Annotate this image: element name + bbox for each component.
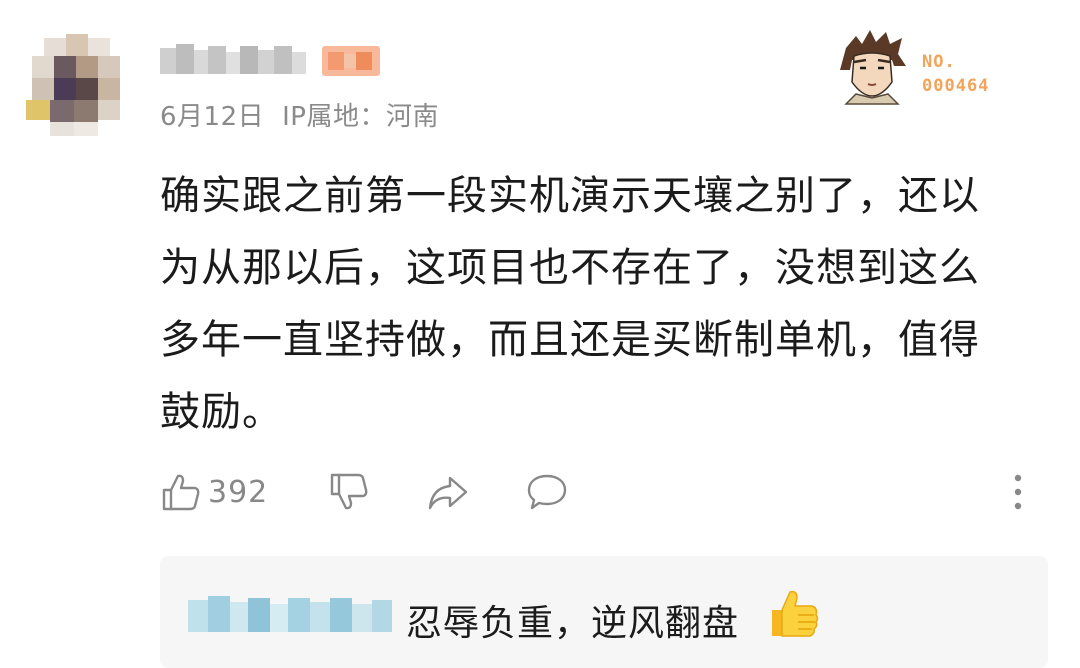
like-count: 392 — [208, 474, 269, 510]
comment-meta: 6月12日 IP属地：河南 — [160, 96, 439, 133]
reply-username-blurred[interactable] — [188, 596, 396, 636]
medal-number: NO. 000464 — [922, 50, 989, 98]
comment-actions: 392 — [160, 466, 1040, 518]
dislike-button[interactable] — [328, 466, 370, 518]
reply-text: 忍辱负重，逆风翻盘 — [406, 603, 740, 644]
thumbs-up-emoji — [764, 584, 822, 646]
share-icon — [428, 476, 468, 510]
avatar-image — [22, 32, 132, 142]
more-icon[interactable] — [1012, 472, 1024, 516]
username-blurred[interactable] — [160, 44, 312, 78]
ip-location: IP属地：河南 — [282, 102, 439, 132]
thumbs-up-icon — [162, 474, 200, 511]
medal-number-value: 000464 — [922, 76, 990, 96]
share-button[interactable] — [426, 466, 470, 518]
reply-preview[interactable]: 忍辱负重，逆风翻盘 — [160, 556, 1048, 668]
reply-button[interactable] — [526, 466, 568, 518]
medal-number-label: NO. — [922, 52, 956, 72]
thumbs-down-icon — [330, 473, 368, 510]
like-button[interactable]: 392 — [160, 466, 268, 518]
comment-text: 确实跟之前第一段实机演示天壤之别了，还以为从那以后，这项目也不存在了，没想到这么… — [160, 173, 980, 435]
comment-icon — [527, 474, 567, 510]
comment-date: 6月12日 — [160, 102, 265, 132]
user-level-badge — [322, 46, 380, 76]
character-medal-icon[interactable] — [832, 26, 912, 106]
user-avatar[interactable] — [22, 32, 132, 142]
